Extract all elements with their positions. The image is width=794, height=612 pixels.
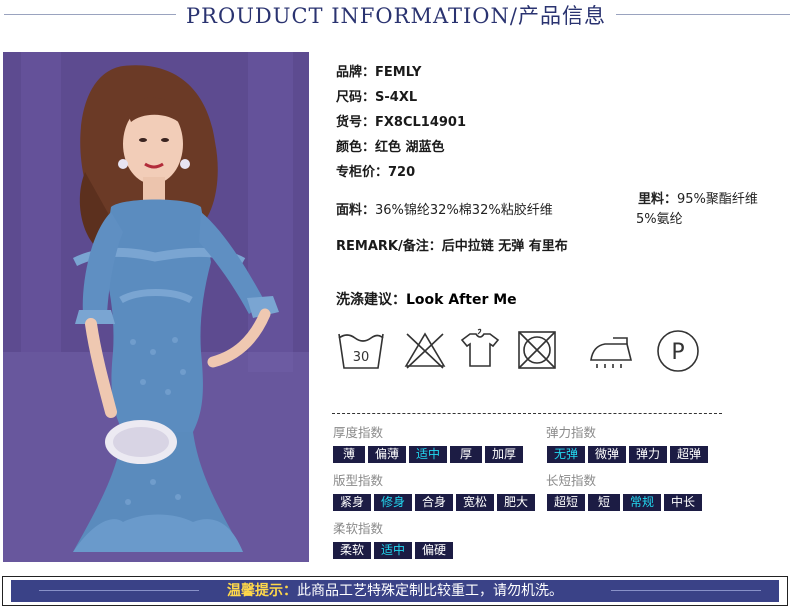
notice-rule-left (39, 590, 199, 591)
softness-options: 柔软 适中 偏硬 (333, 542, 453, 559)
item-number-label: 货号： (336, 115, 376, 130)
softness-option: 柔软 (333, 542, 371, 559)
lining-value: 95%聚酯纤维 (677, 192, 758, 207)
elasticity-title: 弹力指数 (546, 425, 597, 440)
remark-value: 后中拉链 无弹 有里布 (441, 239, 568, 254)
color-value: 红色 湖蓝色 (375, 140, 445, 155)
length-option: 常规 (623, 494, 661, 511)
fit-option: 宽松 (456, 494, 494, 511)
no-bleach-icon (404, 332, 446, 369)
item-number-value: FX8CL14901 (375, 115, 467, 130)
fit-option: 修身 (374, 494, 412, 511)
color-row: 颜色：红色 湖蓝色 (336, 136, 445, 155)
softness-title: 柔软指数 (333, 521, 384, 536)
thickness-option: 加厚 (485, 446, 523, 463)
softness-option: 偏硬 (415, 542, 453, 559)
thickness-options: 薄偏薄 适中厚加厚 (333, 446, 523, 463)
iron-icon (590, 337, 633, 368)
dry-clean-p-icon: P (657, 330, 699, 372)
thickness-option: 适中 (409, 446, 447, 463)
price-label: 专柜价： (336, 165, 389, 180)
thickness-option: 偏薄 (368, 446, 406, 463)
fit-option: 紧身 (333, 494, 371, 511)
notice-banner: 温馨提示：此商品工艺特殊定制比较重工，请勿机洗。 (11, 580, 779, 602)
elasticity-option: 无弹 (547, 446, 585, 463)
length-option: 短 (588, 494, 620, 511)
length-title: 长短指数 (546, 473, 597, 488)
brand-value: FEMLY (375, 65, 422, 80)
dry-clean-letter: P (671, 340, 684, 365)
lining-value-2: 5%氨纶 (636, 212, 683, 227)
notice-rule-right (611, 590, 761, 591)
lining-row: 里料：95%聚酯纤维 (638, 188, 758, 207)
wash-value: Look After Me (406, 292, 517, 308)
size-value: S-4XL (375, 90, 418, 105)
lining-label: 里料： (638, 192, 678, 207)
fabric-row: 面料：36%锦纶32%棉32%粘胶纤维 (336, 199, 553, 218)
notice-highlight: 温馨提示： (227, 583, 297, 599)
brand-label: 品牌： (336, 65, 376, 80)
wash-label: 洗涤建议： (336, 292, 406, 308)
price-row: 专柜价：720 (336, 161, 415, 180)
wash-row: 洗涤建议：Look After Me (336, 289, 517, 309)
fit-options: 紧身 修身 合身 宽松 肥大 (333, 494, 535, 511)
thickness-title: 厚度指数 (333, 425, 384, 440)
wash-30-icon: 30 (338, 333, 384, 369)
elasticity-option: 超弹 (670, 446, 708, 463)
brand-row: 品牌：FEMLY (336, 61, 421, 80)
notice-box: 温馨提示：此商品工艺特殊定制比较重工，请勿机洗。 (2, 576, 788, 606)
length-option: 中长 (664, 494, 702, 511)
length-option: 超短 (547, 494, 585, 511)
price-value: 720 (388, 165, 416, 180)
notice-text: 此商品工艺特殊定制比较重工，请勿机洗。 (297, 583, 563, 599)
remark-label: REMARK/备注： (336, 239, 442, 254)
length-options: 超短短常规 中长 (547, 494, 702, 511)
header-rule-right (616, 14, 790, 15)
hang-dry-icon (460, 328, 500, 367)
fabric-label: 面料： (336, 203, 376, 218)
product-photo (3, 52, 309, 562)
no-tumble-dry-icon (518, 331, 556, 369)
fabric-value: 36%锦纶32%棉32%粘胶纤维 (375, 203, 553, 218)
item-number-row: 货号：FX8CL14901 (336, 111, 466, 130)
size-label: 尺码： (336, 90, 376, 105)
elasticity-option: 微弹 (588, 446, 626, 463)
elasticity-options: 无弹 微弹 弹力 超弹 (547, 446, 708, 463)
color-label: 颜色： (336, 140, 376, 155)
elasticity-option: 弹力 (629, 446, 667, 463)
thickness-option: 厚 (450, 446, 482, 463)
fit-option: 合身 (415, 494, 453, 511)
remark-row: REMARK/备注：后中拉链 无弹 有里布 (336, 235, 568, 254)
section-divider (332, 413, 722, 414)
thickness-option: 薄 (333, 446, 365, 463)
fit-option: 肥大 (497, 494, 535, 511)
header-rule-left (4, 14, 176, 15)
softness-option: 适中 (374, 542, 412, 559)
page-title: PROUDUCT INFORMATION/产品信息 (186, 4, 606, 28)
fit-title: 版型指数 (333, 473, 384, 488)
wash-temp-text: 30 (353, 350, 370, 365)
size-row: 尺码：S-4XL (336, 86, 417, 105)
